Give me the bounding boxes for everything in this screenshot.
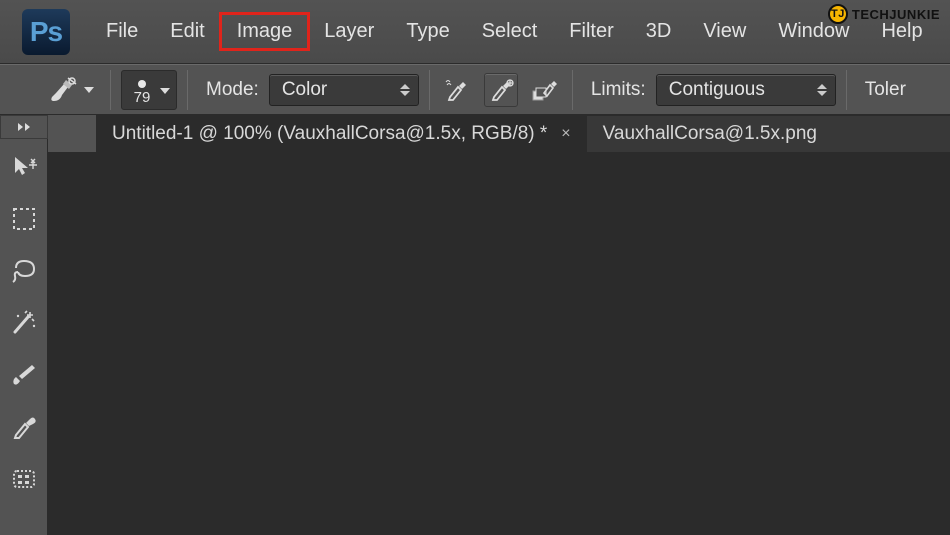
divider xyxy=(110,70,111,110)
tolerance-label: Toler xyxy=(865,79,906,101)
watermark-text: TECHJUNKIE xyxy=(852,7,940,22)
menu-edit[interactable]: Edit xyxy=(154,14,220,49)
chevron-down-icon xyxy=(84,87,94,93)
lasso-tool-icon xyxy=(10,258,38,284)
move-tool-icon xyxy=(10,153,38,181)
document-tabstrip: Untitled-1 @ 100% (VauxhallCorsa@1.5x, R… xyxy=(96,115,950,152)
magic-wand-tool-icon xyxy=(10,310,38,336)
eyedropper-once-icon xyxy=(488,79,514,101)
sampling-once-button[interactable] xyxy=(484,73,518,107)
divider xyxy=(846,70,847,110)
app-logo[interactable]: Ps xyxy=(22,9,70,55)
menu-bar: Ps File Edit Image Layer Type Select Fil… xyxy=(0,0,950,64)
move-tool[interactable] xyxy=(4,147,44,187)
brush-preview-icon xyxy=(138,80,146,88)
menu-image[interactable]: Image xyxy=(221,14,309,49)
limits-value: Contiguous xyxy=(669,79,765,101)
menu-3d[interactable]: 3D xyxy=(630,14,688,49)
watermark: TJ TECHJUNKIE xyxy=(828,4,940,24)
divider xyxy=(572,70,573,110)
mode-select[interactable]: Color xyxy=(269,74,419,106)
chevron-right-icon xyxy=(18,123,23,131)
tool-preset-picker[interactable] xyxy=(42,75,100,105)
tools-panel xyxy=(0,139,48,535)
watermark-logo-icon: TJ xyxy=(828,4,848,24)
eyedropper-continuous-icon xyxy=(444,79,470,101)
canvas-area[interactable] xyxy=(48,152,950,535)
marquee-tool-icon xyxy=(11,206,37,232)
divider xyxy=(187,70,188,110)
app-logo-text: Ps xyxy=(30,16,62,48)
menu-view[interactable]: View xyxy=(687,14,762,49)
menu-layer[interactable]: Layer xyxy=(308,14,390,49)
pattern-stamp-icon xyxy=(11,467,37,491)
eyedropper-tool[interactable] xyxy=(4,407,44,447)
close-icon[interactable]: × xyxy=(561,125,570,143)
eyedropper-swatch-icon xyxy=(532,79,558,101)
document-tab[interactable]: VauxhallCorsa@1.5x.png xyxy=(587,116,833,152)
document-tab[interactable]: Untitled-1 @ 100% (VauxhallCorsa@1.5x, R… xyxy=(96,116,587,152)
limits-select[interactable]: Contiguous xyxy=(656,74,836,106)
limits-label: Limits: xyxy=(591,79,646,101)
menu-select[interactable]: Select xyxy=(466,14,554,49)
brush-preset-picker[interactable]: 79 xyxy=(121,70,177,110)
document-tab-title: Untitled-1 @ 100% (VauxhallCorsa@1.5x, R… xyxy=(112,123,547,145)
menu-file[interactable]: File xyxy=(90,14,154,49)
toolbar-collapse-handle[interactable] xyxy=(0,115,48,139)
lasso-tool[interactable] xyxy=(4,251,44,291)
color-replacement-tool-icon xyxy=(48,77,78,103)
mode-value: Color xyxy=(282,79,327,101)
divider xyxy=(429,70,430,110)
document-tab-title: VauxhallCorsa@1.5x.png xyxy=(603,123,817,145)
magic-wand-tool[interactable] xyxy=(4,303,44,343)
sampling-background-button[interactable] xyxy=(528,73,562,107)
pattern-stamp-tool[interactable] xyxy=(4,459,44,499)
menu-filter[interactable]: Filter xyxy=(553,14,629,49)
chevron-down-icon xyxy=(160,88,170,94)
marquee-tool[interactable] xyxy=(4,199,44,239)
mode-label: Mode: xyxy=(206,79,259,101)
brush-tool[interactable] xyxy=(4,355,44,395)
menu-type[interactable]: Type xyxy=(390,14,465,49)
sampling-continuous-button[interactable] xyxy=(440,73,474,107)
brush-tool-icon xyxy=(10,362,38,388)
brush-size-value: 79 xyxy=(134,90,151,105)
options-bar: 79 Mode: Color Limits: xyxy=(0,64,950,115)
chevron-right-icon xyxy=(25,123,30,131)
eyedropper-tool-icon xyxy=(11,414,37,440)
menu-items: File Edit Image Layer Type Select Filter… xyxy=(90,14,939,49)
